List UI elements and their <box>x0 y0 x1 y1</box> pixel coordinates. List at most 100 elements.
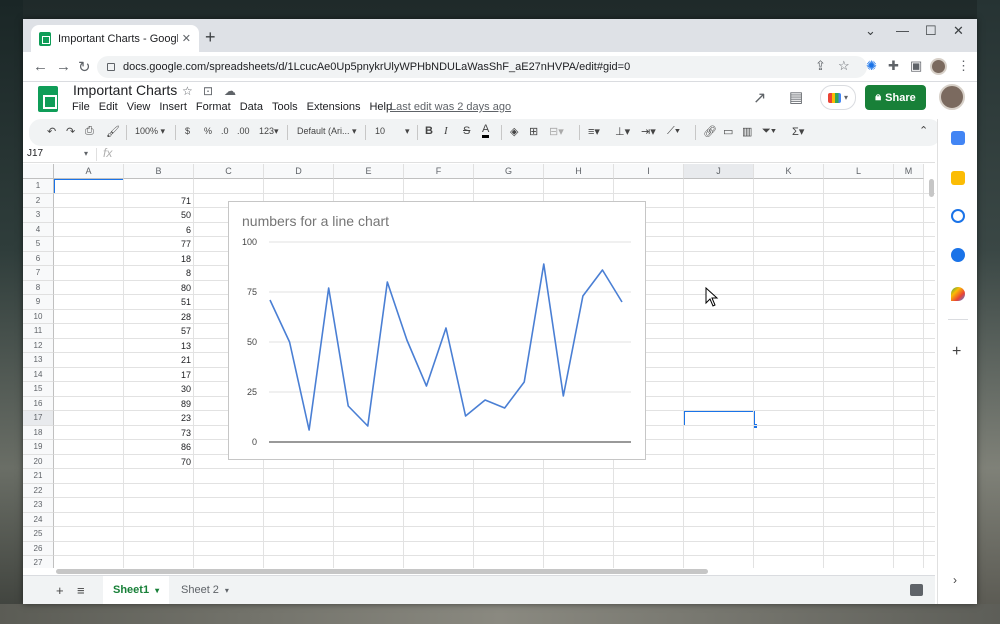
keep-icon[interactable] <box>951 171 965 185</box>
cell-b9[interactable]: 51 <box>125 297 191 307</box>
row-header-10[interactable]: 10 <box>23 309 54 324</box>
currency-format-button[interactable]: $ <box>185 126 190 136</box>
cell-b13[interactable]: 21 <box>125 355 191 365</box>
filter-icon[interactable]: ⏷▾ <box>762 125 776 138</box>
vertical-scroll-thumb[interactable] <box>929 179 934 197</box>
minimize-icon[interactable]: — <box>896 23 909 38</box>
sheet-tab-sheet1[interactable]: Sheet1 ▾ <box>103 576 170 604</box>
menu-extensions[interactable]: Extensions <box>307 101 361 113</box>
menu-insert[interactable]: Insert <box>159 101 187 113</box>
row-header-3[interactable]: 3 <box>23 208 54 223</box>
cell-b15[interactable]: 30 <box>125 384 191 394</box>
bookmark-star-icon[interactable]: ☆ <box>838 58 850 74</box>
row-header-13[interactable]: 13 <box>23 353 54 368</box>
menu-view[interactable]: View <box>127 101 151 113</box>
cell-b8[interactable]: 80 <box>125 283 191 293</box>
text-rotation-icon[interactable]: ⟋▾ <box>667 125 680 138</box>
star-icon[interactable]: ☆ <box>182 84 193 98</box>
zoom-select[interactable]: 100% ▾ <box>135 126 165 137</box>
sheet-tab-dropdown-icon[interactable]: ▾ <box>155 586 159 595</box>
chevron-down-icon[interactable]: ⌄ <box>865 23 876 39</box>
move-folder-icon[interactable]: ⊡ <box>203 84 213 98</box>
show-side-panel-icon[interactable]: › <box>953 573 957 587</box>
profile-avatar[interactable] <box>930 58 947 75</box>
more-formats-button[interactable]: 123▾ <box>259 126 279 137</box>
explore-icon[interactable] <box>910 584 923 596</box>
row-header-26[interactable]: 26 <box>23 541 54 556</box>
column-header-f[interactable]: F <box>404 164 474 179</box>
reload-icon[interactable]: ↻ <box>78 58 91 76</box>
browser-tab[interactable]: Important Charts - Google Sheets ✕ <box>31 25 199 52</box>
name-box[interactable]: J17 <box>27 148 43 159</box>
comments-icon[interactable]: ▤ <box>789 88 803 106</box>
font-family-select[interactable]: Default (Ari... ▾ <box>297 126 357 137</box>
side-panel-icon[interactable]: ▣ <box>910 58 922 74</box>
row-header-20[interactable]: 20 <box>23 454 54 469</box>
row-header-24[interactable]: 24 <box>23 512 54 527</box>
formula-input[interactable] <box>123 146 923 162</box>
menu-tools[interactable]: Tools <box>272 101 298 113</box>
document-title[interactable]: Important Charts <box>73 82 177 98</box>
row-header-17[interactable]: 17 <box>23 411 54 426</box>
column-header-e[interactable]: E <box>334 164 404 179</box>
sheet-tab-sheet2[interactable]: Sheet 2 ▾ <box>171 576 239 604</box>
column-header-m[interactable]: M <box>894 164 924 179</box>
column-header-k[interactable]: K <box>754 164 824 179</box>
redo-icon[interactable]: ↷ <box>66 125 75 138</box>
horizontal-scrollbar[interactable] <box>54 568 935 575</box>
row-header-25[interactable]: 25 <box>23 527 54 542</box>
sheet-tab-dropdown-icon[interactable]: ▾ <box>225 586 229 595</box>
row-header-14[interactable]: 14 <box>23 367 54 382</box>
calendar-icon[interactable] <box>951 131 965 145</box>
add-sheet-button[interactable]: + <box>56 583 64 598</box>
cell-b16[interactable]: 89 <box>125 399 191 409</box>
column-header-a[interactable]: A <box>54 164 124 179</box>
bold-button[interactable]: B <box>425 125 433 137</box>
back-icon[interactable]: ← <box>33 58 48 75</box>
cell-b2[interactable]: 71 <box>125 196 191 206</box>
font-size-select[interactable]: 10 ▾ <box>375 126 410 137</box>
insert-chart-icon[interactable]: ▥ <box>742 125 752 138</box>
row-header-15[interactable]: 15 <box>23 382 54 397</box>
cell-b7[interactable]: 8 <box>125 268 191 278</box>
row-header-16[interactable]: 16 <box>23 396 54 411</box>
column-header-j[interactable]: J <box>684 164 754 179</box>
menu-edit[interactable]: Edit <box>99 101 118 113</box>
row-header-6[interactable]: 6 <box>23 251 54 266</box>
meet-button[interactable]: ▾ <box>820 85 856 110</box>
functions-button[interactable]: Σ▾ <box>792 125 804 138</box>
maps-icon[interactable] <box>951 287 965 301</box>
contacts-icon[interactable] <box>951 248 965 262</box>
cell-b4[interactable]: 6 <box>125 225 191 235</box>
menu-help[interactable]: Help <box>369 101 392 113</box>
share-page-icon[interactable]: ⇪ <box>815 58 826 74</box>
close-tab-icon[interactable]: ✕ <box>182 32 191 45</box>
cell-b6[interactable]: 18 <box>125 254 191 264</box>
row-header-21[interactable]: 21 <box>23 469 54 484</box>
select-all-corner[interactable] <box>23 164 54 179</box>
fill-color-icon[interactable]: ◈ <box>510 125 518 138</box>
row-header-2[interactable]: 2 <box>23 193 54 208</box>
row-header-9[interactable]: 9 <box>23 295 54 310</box>
merge-cells-icon[interactable]: ⊟▾ <box>549 125 564 138</box>
insert-link-icon[interactable]: 🔗︎ <box>703 125 717 138</box>
line-chart[interactable]: numbers for a line chart 0 25 50 75 100 <box>228 201 646 460</box>
percent-format-button[interactable]: % <box>204 126 212 136</box>
series-line[interactable] <box>269 263 623 431</box>
row-header-8[interactable]: 8 <box>23 280 54 295</box>
column-header-l[interactable]: L <box>824 164 894 179</box>
maximize-icon[interactable]: ☐ <box>925 23 937 39</box>
menu-format[interactable]: Format <box>196 101 231 113</box>
vertical-scrollbar[interactable] <box>928 179 935 569</box>
text-color-button[interactable]: A <box>482 123 490 138</box>
print-icon[interactable]: ⎙ <box>85 125 94 138</box>
browser-menu-icon[interactable]: ⋮ <box>957 58 970 74</box>
column-header-h[interactable]: H <box>544 164 614 179</box>
last-edit-link[interactable]: Last edit was 2 days ago <box>390 101 511 113</box>
column-header-i[interactable]: I <box>614 164 684 179</box>
menu-file[interactable]: File <box>72 101 90 113</box>
italic-button[interactable]: I <box>444 125 448 137</box>
extension-icon[interactable]: ✺ <box>866 58 877 74</box>
collapse-menus-icon[interactable]: ⌃ <box>919 124 928 137</box>
horizontal-scroll-thumb[interactable] <box>56 569 708 574</box>
